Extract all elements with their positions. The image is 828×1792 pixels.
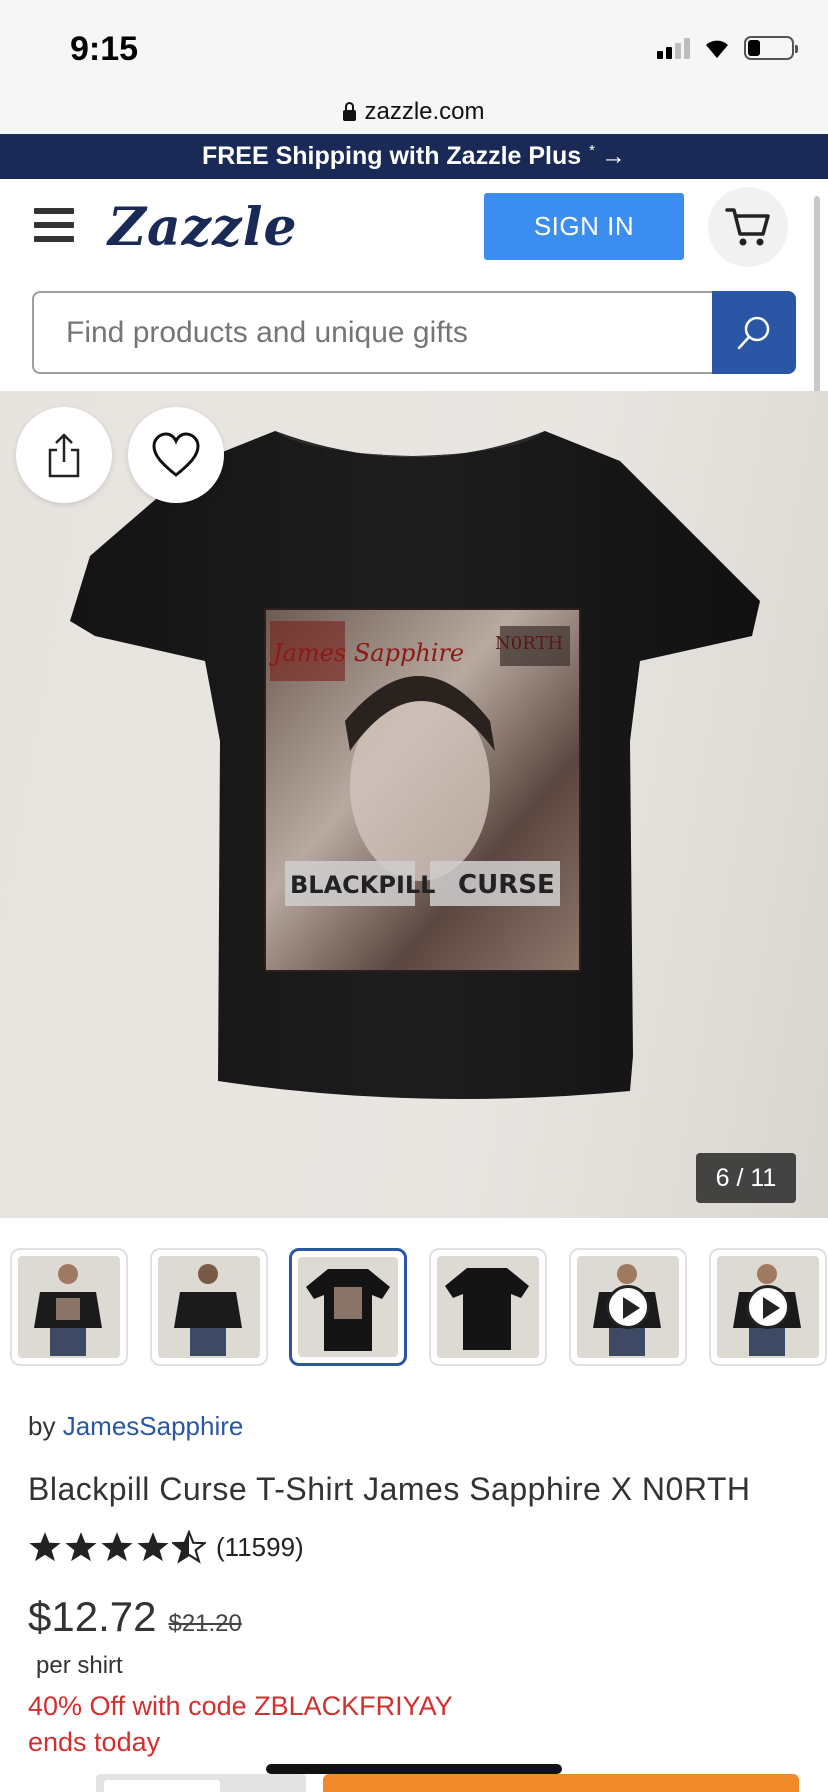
sign-in-button[interactable]: SIGN IN — [484, 193, 684, 260]
star-half-icon — [172, 1530, 206, 1564]
search-input[interactable] — [32, 291, 712, 374]
star-icon — [65, 1532, 97, 1562]
share-icon — [48, 433, 80, 478]
battery-icon — [744, 36, 798, 60]
search-bar — [32, 291, 796, 374]
designer-link[interactable]: JamesSapphire — [63, 1411, 244, 1441]
status-icons — [657, 36, 798, 60]
product-title: Blackpill Curse T-Shirt James Sapphire X… — [28, 1471, 751, 1507]
play-icon — [746, 1285, 790, 1329]
play-icon — [606, 1285, 650, 1329]
thumbnail-6[interactable] — [709, 1248, 827, 1366]
status-time: 9:15 — [70, 30, 139, 68]
original-price: $21.20 — [168, 1610, 242, 1637]
thumbnail-4[interactable] — [429, 1248, 547, 1366]
add-to-cart-button[interactable] — [323, 1774, 799, 1792]
price-unit: per shirt — [36, 1652, 123, 1679]
cart-button[interactable] — [708, 187, 788, 267]
home-indicator[interactable] — [266, 1764, 562, 1774]
promo-asterisk: * — [589, 142, 596, 159]
graphic-text-top: James Sapphire — [268, 639, 464, 667]
promo-expiry: ends today — [28, 1727, 161, 1757]
thumbnail-strip — [0, 1242, 828, 1372]
status-bar: 9:15 — [0, 0, 828, 90]
wifi-icon — [706, 40, 728, 58]
cellular-signal-icon — [657, 37, 690, 59]
graphic-text-bottom-right: CURSE — [458, 870, 555, 900]
promo-code-line: 40% Off with code ZBLACKFRIYAY — [28, 1691, 453, 1721]
lock-icon — [343, 101, 357, 121]
thumbnail-2[interactable] — [150, 1248, 268, 1366]
star-icon — [101, 1532, 133, 1562]
promo-text: FREE Shipping with Zazzle Plus — [201, 142, 582, 170]
page-scrollbar[interactable] — [814, 196, 820, 422]
rating[interactable]: (11599) — [28, 1530, 304, 1564]
quantity-selector[interactable] — [96, 1774, 306, 1792]
thumbnail-1[interactable] — [10, 1248, 128, 1366]
graphic-text-bottom-left: BLACKPILL — [290, 871, 435, 899]
favorite-button[interactable] — [128, 407, 224, 503]
search-icon — [737, 316, 770, 349]
search-button[interactable] — [712, 291, 796, 374]
tshirt-image: James Sapphire N0RTH BLACKPILL CURSE — [70, 431, 760, 1099]
cart-icon — [725, 208, 770, 246]
thumbnail-3[interactable] — [289, 1248, 407, 1366]
promo-code: 40% Off with code ZBLACKFRIYAY ends toda… — [28, 1688, 453, 1760]
rating-count: (11599) — [216, 1531, 304, 1562]
star-icon — [137, 1532, 169, 1562]
designer-line: by JamesSapphire — [28, 1411, 243, 1442]
image-counter: 6 / 11 — [696, 1153, 796, 1203]
promo-banner[interactable]: FREE Shipping with Zazzle Plus * → — [0, 134, 828, 179]
graphic-text-top-right: N0RTH — [495, 633, 563, 654]
price: $12.72 — [28, 1593, 157, 1640]
address-bar[interactable]: zazzle.com — [0, 90, 828, 134]
arrow-right-icon: → — [601, 142, 627, 170]
product-image[interactable]: James Sapphire N0RTH BLACKPILL CURSE 6 /… — [0, 391, 828, 1218]
star-icon — [29, 1532, 61, 1562]
thumbnail-5[interactable] — [569, 1248, 687, 1366]
by-prefix: by — [28, 1411, 56, 1441]
heart-icon — [152, 432, 200, 477]
star-rating — [28, 1530, 206, 1564]
hamburger-icon[interactable] — [34, 208, 74, 242]
price-row: $12.72 $21.20 — [28, 1593, 242, 1641]
zazzle-logo[interactable]: Zazzle — [108, 197, 298, 258]
share-button[interactable] — [16, 407, 112, 503]
url-text: zazzle.com — [364, 98, 485, 125]
